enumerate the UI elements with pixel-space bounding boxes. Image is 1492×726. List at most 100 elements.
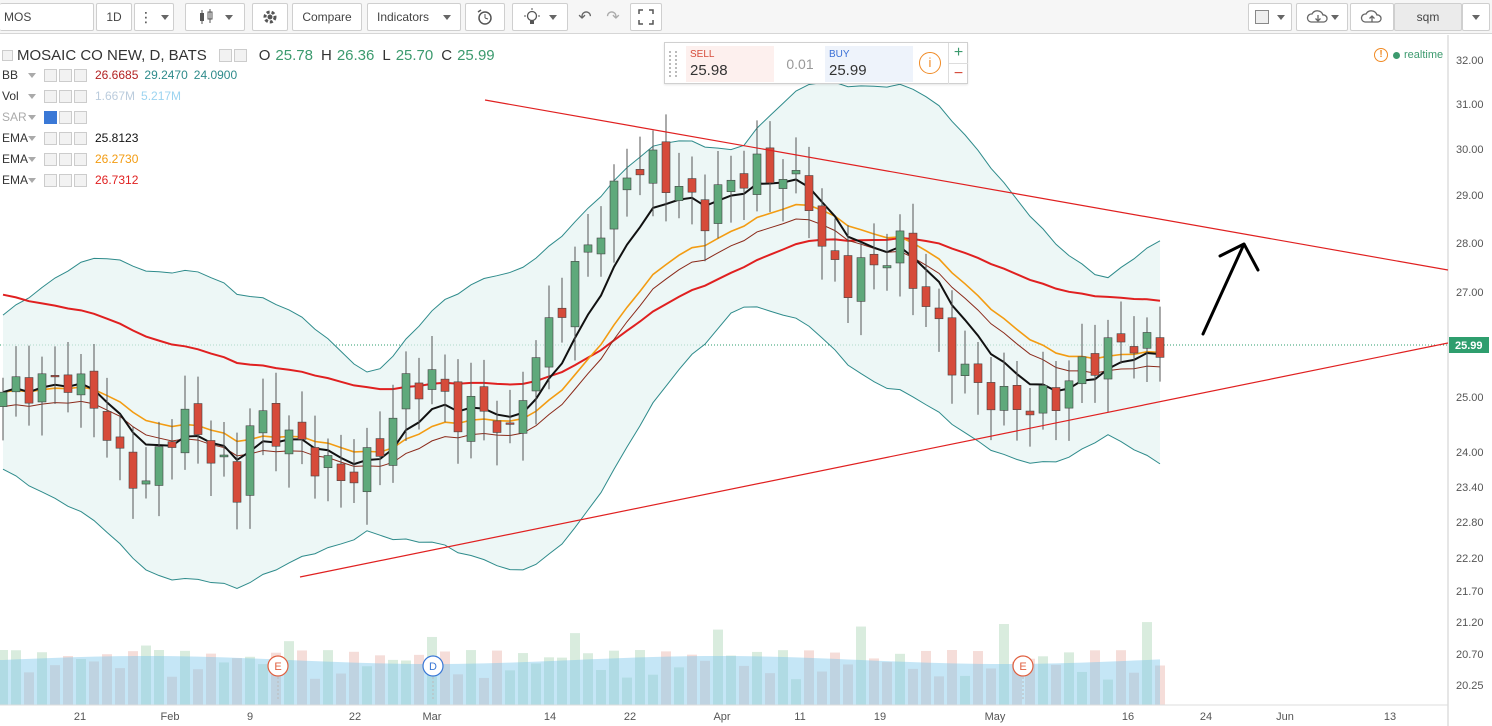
eye-icon[interactable] [44,89,57,103]
realtime-indicator: ! realtime [1374,48,1443,62]
time-tick-label: 22 [349,711,361,723]
candle-down [63,374,73,393]
undo-button[interactable]: ↶ [571,3,599,31]
indicator-name: EMA [2,131,29,145]
indicator-value: 5.217M [141,89,182,103]
settings-small-icon[interactable] [59,110,72,124]
collapse-icon[interactable] [2,49,13,61]
close-icon[interactable] [74,89,87,103]
candle-up [583,244,593,253]
alert-button[interactable] [465,3,505,31]
candle-down [336,463,346,481]
time-tick-label: 13 [1384,711,1396,723]
sell-label: SELL [690,49,715,60]
candle-down [24,377,34,404]
chevron-down-icon [225,14,233,20]
price-chart[interactable]: E D E 32.00 31.00 30.00 29.00 28.00 27.00 25.00 2… [0,35,1492,726]
time-tick-label: Apr [713,711,730,723]
trade-panel: SELL 25.98 0.01 BUY 25.99 i + − [664,42,968,84]
ohlc-close: 25.99 [457,46,495,64]
chevron-down-icon[interactable] [28,156,36,162]
close-icon[interactable] [74,131,87,145]
chevron-down-icon[interactable] [28,72,36,78]
candle-down [687,178,697,193]
eye-icon[interactable] [44,110,57,124]
chevron-down-icon[interactable] [28,135,36,141]
indicator-name: Vol [2,89,19,103]
close-icon[interactable] [74,110,87,124]
candle-up [11,376,21,393]
buy-button[interactable]: BUY 25.99 [825,46,913,82]
buy-label: BUY [829,49,850,60]
eye-icon[interactable] [218,48,232,62]
chart-type-button[interactable] [185,3,245,31]
candle-up [141,480,151,485]
indicator-name: BB [2,68,19,82]
time-tick-label: 16 [1122,711,1134,723]
plus-button[interactable]: + [948,43,968,63]
eye-icon[interactable] [44,152,57,166]
interval-button[interactable]: 1D [96,3,132,31]
minus-button[interactable]: − [948,63,968,84]
symbol-search[interactable]: MOS [0,3,94,31]
candle-down [375,438,385,457]
indicators-button[interactable]: Indicators [367,3,461,31]
legend-indicator-ema[interactable]: EMA 26.7312 [0,171,138,189]
sell-price: 25.98 [690,62,728,79]
legend-indicator-ema[interactable]: EMA 26.2730 [0,150,138,168]
settings-small-icon[interactable] [59,131,72,145]
price-tick-label: 21.20 [1456,617,1484,629]
indicator-value: 26.2730 [95,152,139,166]
chevron-down-icon[interactable] [28,177,36,183]
price-tick-label: 28.00 [1456,238,1484,250]
symbol-text: MOS [4,10,32,24]
layout-button[interactable] [1248,3,1292,31]
interval-menu[interactable]: ⋮ [134,3,174,31]
eye-icon[interactable] [44,173,57,187]
settings-small-icon[interactable] [59,89,72,103]
drawing-tools-button[interactable] [512,3,568,31]
chart-canvas[interactable]: E D E 32.00 31.00 30.00 29.00 28.00 27.00 25.00 2… [0,35,1492,726]
ohlc-h-label: H [320,46,332,64]
settings-small-icon[interactable] [59,68,72,82]
eye-icon[interactable] [44,131,57,145]
eye-icon[interactable] [44,68,57,82]
candle-down [349,471,359,484]
user-menu[interactable]: sqm [1394,3,1462,31]
redo-button[interactable]: ↷ [599,3,627,31]
load-chart-button[interactable] [1296,3,1348,31]
candle-up [882,265,892,269]
fullscreen-button[interactable] [630,3,662,31]
indicator-name: SAR [2,110,27,124]
sell-button[interactable]: SELL 25.98 [686,46,774,82]
settings-small-icon[interactable] [233,48,247,62]
settings-small-icon[interactable] [59,173,72,187]
settings-button[interactable] [252,3,288,31]
price-tick-label: 25.00 [1456,392,1484,404]
candle-up [752,153,762,195]
info-icon[interactable]: i [919,52,941,74]
legend-indicator-sar[interactable]: SAR [0,108,89,126]
candle-down [115,436,125,449]
chevron-down-icon[interactable] [28,114,36,120]
candle-up [999,385,1009,411]
drag-handle[interactable] [669,51,677,77]
save-chart-button[interactable] [1350,3,1394,31]
legend-indicator-bb[interactable]: BB 26.6685 29.2470 24.0900 [0,66,237,84]
compare-button[interactable]: Compare [292,3,362,31]
candle-down [505,422,515,425]
user-menu-caret[interactable] [1462,3,1490,31]
legend-indicator-vol[interactable]: Vol 1.667M 5.217M [0,87,181,105]
warning-icon[interactable]: ! [1374,48,1388,62]
candle-down [89,370,99,409]
candle-up [219,454,229,458]
close-icon[interactable] [74,68,87,82]
close-icon[interactable] [74,152,87,166]
candle-down [947,317,957,376]
settings-small-icon[interactable] [59,152,72,166]
chevron-down-icon[interactable] [28,93,36,99]
legend-indicator-ema[interactable]: EMA 25.8123 [0,129,138,147]
candle-down [193,403,203,435]
close-icon[interactable] [74,173,87,187]
chevron-down-icon [443,14,452,20]
